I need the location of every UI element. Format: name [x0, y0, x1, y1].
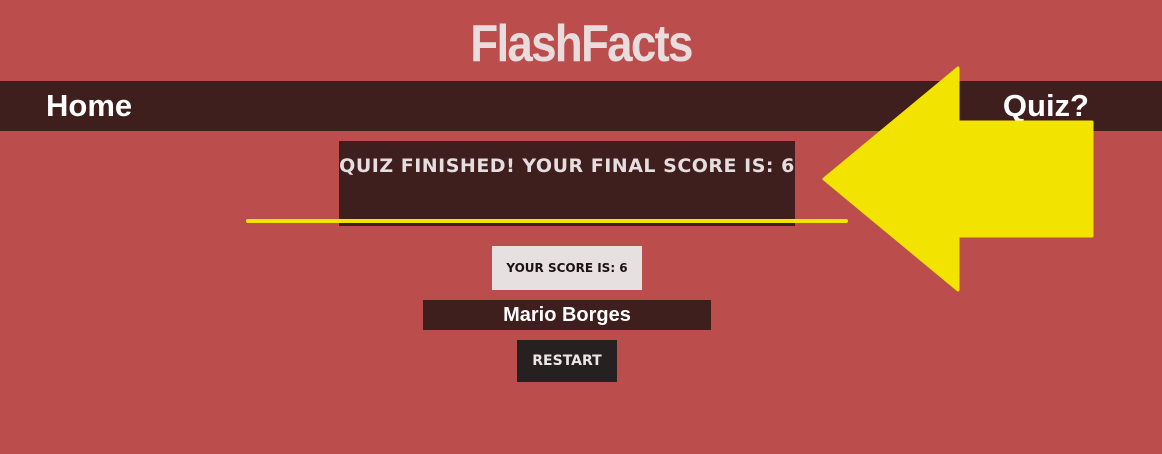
navbar: Home Quiz?: [0, 81, 1162, 131]
nav-home-link[interactable]: Home: [46, 86, 132, 126]
site-title: FlashFacts: [470, 15, 693, 73]
final-score-message: QUIZ FINISHED! YOUR FINAL SCORE IS: 6: [339, 141, 795, 226]
annotation-underline: [246, 219, 848, 223]
nav-quiz-link[interactable]: Quiz?: [1003, 86, 1089, 126]
restart-button[interactable]: RESTART: [517, 340, 617, 382]
page: FlashFacts Home Quiz? QUIZ FINISHED! YOU…: [0, 0, 1162, 454]
score-label: YOUR SCORE IS: 6: [492, 246, 642, 290]
player-name: Mario Borges: [423, 300, 711, 330]
